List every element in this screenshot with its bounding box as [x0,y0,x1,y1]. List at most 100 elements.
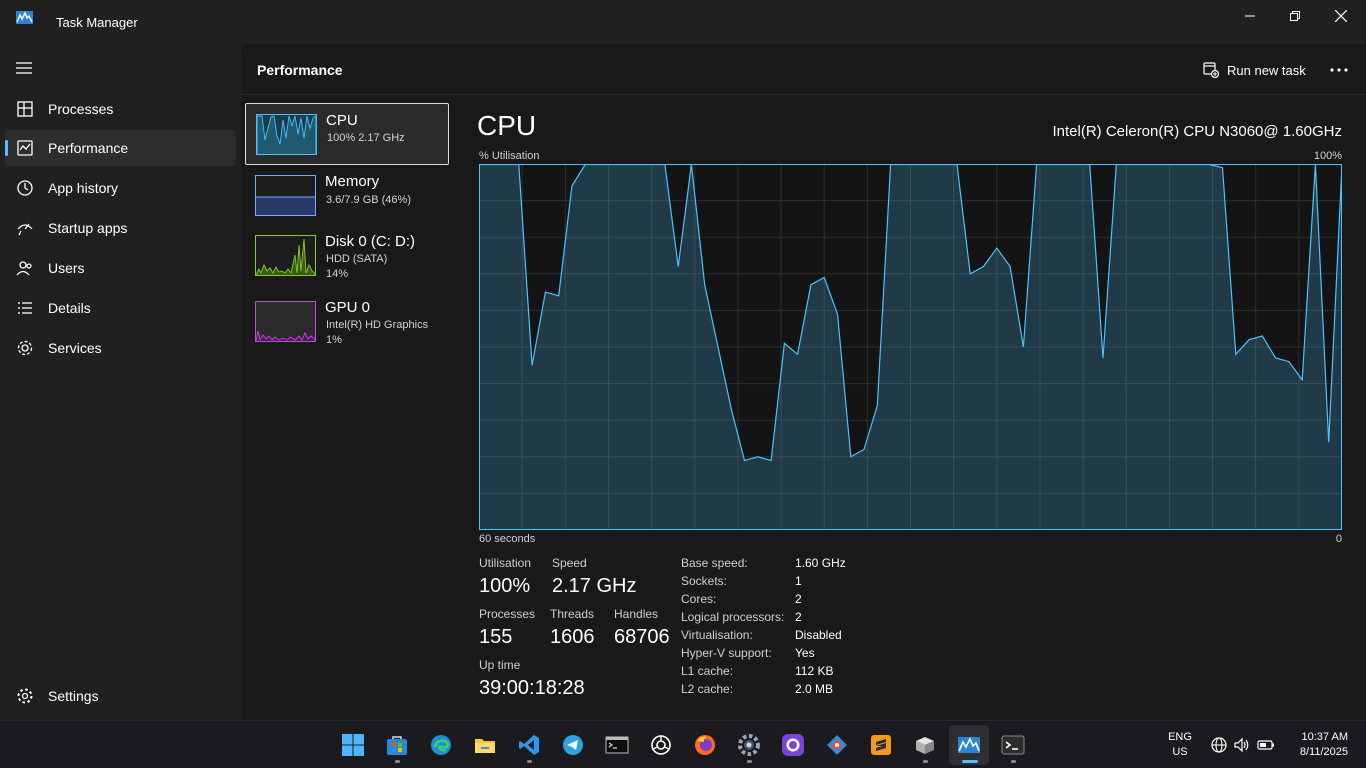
resource-item-memory[interactable]: Memory 3.6/7.9 GB (46%) [245,165,449,227]
sidebar-item-processes[interactable]: Processes [5,91,236,127]
hamburger-menu-icon[interactable] [14,60,34,76]
sidebar-item-app-history[interactable]: App history [5,170,236,206]
handles-value: 68706 [614,626,670,648]
spec-value: 1 [795,574,802,588]
resource-item-disk[interactable]: Disk 0 (C: D:) HDD (SATA) 14% [245,225,449,287]
resource-usage: 14% [326,268,349,280]
taskbar-store[interactable] [377,725,417,765]
sidebar-item-label: App history [48,180,119,196]
resource-item-gpu[interactable]: GPU 0 Intel(R) HD Graphics 1% [245,291,449,353]
restore-button[interactable] [1272,0,1318,32]
edge-icon [431,735,451,755]
sidebar-item-performance[interactable]: Performance [5,130,236,166]
spec-value: 112 KB [795,664,834,678]
close-icon [1335,10,1347,22]
graph-y-label: % Utilisation [479,150,540,162]
taskbar-firefox[interactable] [685,725,725,765]
resource-name: GPU 0 [325,299,371,316]
spec-key: Virtualisation: [681,628,753,642]
spec-key: Sockets: [681,574,728,588]
taskbar-git-client[interactable] [817,725,857,765]
spec-value: 2 [795,610,802,624]
processes-label: Processes [479,607,536,621]
threads-label: Threads [550,607,595,621]
cpu-model-name: Intel(R) Celeron(R) CPU N3060@ 1.60GHz [1052,123,1343,140]
settings-gear-icon [17,688,33,704]
system-clock[interactable]: 10:37 AM 8/11/2025 [1300,730,1348,760]
windows-terminal-icon [1001,735,1025,755]
utilisation-value: 100% [479,575,531,597]
input-language-indicator[interactable]: ENG US [1160,730,1200,760]
sidebar-item-settings[interactable]: Settings [5,678,236,714]
active-indicator [5,140,8,156]
taskbar-command-prompt[interactable] [597,725,637,765]
taskbar-sublime-text[interactable] [861,725,901,765]
resource-detail: Intel(R) HD Graphics [326,319,429,331]
taskbar-start-button[interactable] [333,725,373,765]
utilisation-label: Utilisation [479,556,532,570]
minimize-icon [1245,15,1255,17]
settings-app-icon [738,734,760,756]
taskbar: ENG US 10:37 AM 8/11/2025 [0,720,1366,768]
resource-name: Disk 0 (C: D:) [325,233,415,250]
git-icon [827,735,847,755]
spec-key: Base speed: [681,556,748,570]
cpu-thumbnail-graph [256,114,317,155]
sidebar-item-label: Settings [48,688,99,704]
task-manager-app-icon [16,11,33,24]
sidebar-item-users[interactable]: Users [5,250,236,286]
page-header: Performance Run new task [241,44,1366,95]
minimize-button[interactable] [1227,0,1273,32]
startup-apps-icon [17,223,33,236]
sidebar-item-services[interactable]: Services [5,330,236,366]
resource-name: CPU [326,112,358,129]
services-icon [17,340,33,356]
handles-label: Handles [614,607,659,621]
resource-item-cpu[interactable]: CPU 100% 2.17 GHz [245,103,449,165]
window-title: Task Manager [56,15,138,30]
sidebar-item-details[interactable]: Details [5,290,236,326]
taskbar-package-app[interactable] [905,725,945,765]
spec-key: Logical processors: [681,610,785,624]
volume-icon[interactable] [1233,736,1251,754]
processes-value: 155 [479,626,513,648]
gpu-thumbnail-graph [255,301,316,342]
taskbar-github[interactable] [773,725,813,765]
graph-x-right-label: 0 [1335,533,1342,545]
sidebar-item-label: Users [48,260,85,276]
more-options-icon[interactable] [1327,62,1351,78]
detail-title: CPU [477,110,537,141]
battery-icon[interactable] [1257,736,1275,754]
taskbar-chatgpt[interactable] [641,725,681,765]
sidebar-item-startup-apps[interactable]: Startup apps [5,210,236,246]
details-icon [18,302,32,314]
taskbar-windows-terminal[interactable] [993,725,1033,765]
taskbar-settings[interactable] [729,725,769,765]
utilisation-area [479,164,1342,530]
taskbar-vscode[interactable] [509,725,549,765]
processes-icon [17,101,33,117]
sidebar-item-label: Services [48,340,102,356]
clock-date: 8/11/2025 [1299,746,1348,758]
spec-key: Hyper-V support: [681,646,772,660]
spec-key: L1 cache: [681,664,734,678]
run-new-task-icon [1203,62,1219,78]
start-icon [342,734,364,756]
graph-y-max-label: 100% [1313,150,1342,162]
running-indicator [962,760,978,763]
spec-value: 2 [795,592,802,606]
sidebar-item-label: Performance [48,140,129,156]
running-indicator [1011,760,1016,763]
running-indicator [747,760,752,763]
taskbar-telegram[interactable] [553,725,593,765]
users-icon [16,261,32,276]
network-globe-icon[interactable] [1210,736,1228,754]
taskbar-task-manager[interactable] [949,725,989,765]
resource-name: Memory [325,173,380,190]
run-new-task-button[interactable]: Run new task [1203,58,1306,82]
taskbar-edge[interactable] [421,725,461,765]
close-button[interactable] [1318,0,1364,32]
sidebar-item-label: Processes [48,101,114,117]
spec-value: 1.60 GHz [795,556,846,570]
taskbar-file-explorer[interactable] [465,725,505,765]
